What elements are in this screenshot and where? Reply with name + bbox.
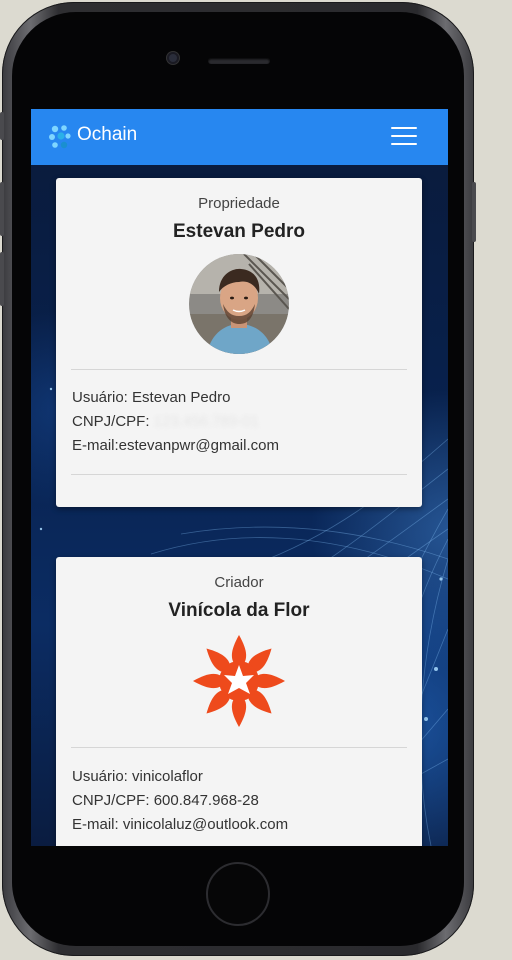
mute-switch xyxy=(0,112,4,140)
user-info: Usuário: Estevan Pedro xyxy=(72,389,230,406)
document-info: CNPJ/CPF: 600.847.968-28 xyxy=(72,792,259,809)
hamburger-menu-icon[interactable] xyxy=(391,127,417,147)
user-label: Usuário: xyxy=(72,389,128,406)
creator-card: Criador Vinícola da Flor Usuário: vinico… xyxy=(56,557,422,846)
card-divider xyxy=(71,474,407,475)
owner-card: Propriedade Estevan Pedro Usuário: Estev… xyxy=(56,178,422,507)
profile-photo xyxy=(189,254,289,354)
document-info: CNPJ/CPF: 123.456.789-01 xyxy=(72,413,259,430)
document-label: CNPJ/CPF: xyxy=(72,413,150,430)
flower-logo-icon xyxy=(193,635,285,727)
card-role-label: Criador xyxy=(214,574,264,591)
user-value: vinicolaflor xyxy=(132,768,203,785)
document-label: CNPJ/CPF: xyxy=(72,792,150,809)
card-name: Vinícola da Flor xyxy=(168,600,310,621)
email-label: E-mail: xyxy=(72,816,119,833)
card-divider xyxy=(71,747,407,748)
document-value-redacted: 123.456.789-01 xyxy=(149,413,259,430)
power-button xyxy=(472,182,476,242)
card-divider xyxy=(71,369,407,370)
card-name: Estevan Pedro xyxy=(173,221,305,242)
volume-up-button xyxy=(0,182,4,236)
app-title: Ochain xyxy=(77,124,138,145)
ochain-logo-icon[interactable] xyxy=(47,123,73,151)
app-bar: Ochain xyxy=(31,109,448,165)
earpiece-speaker xyxy=(208,58,270,64)
email-value[interactable]: vinicolaluz@outlook.com xyxy=(123,816,288,833)
app-screen: Ochain Propriedade Estevan Pedro Usuário… xyxy=(31,109,448,846)
document-value: 600.847.968-28 xyxy=(153,792,259,809)
card-role-label: Propriedade xyxy=(198,195,280,212)
user-value: Estevan Pedro xyxy=(132,389,231,406)
home-button[interactable] xyxy=(206,862,270,926)
user-label: Usuário: xyxy=(72,768,128,785)
front-camera xyxy=(167,52,179,64)
email-label: E-mail: xyxy=(72,437,119,454)
email-value[interactable]: estevanpwr@gmail.com xyxy=(119,437,279,454)
user-info: Usuário: vinicolaflor xyxy=(72,768,203,785)
email-info: E-mail: vinicolaluz@outlook.com xyxy=(72,816,288,833)
volume-down-button xyxy=(0,252,4,306)
email-info: E-mail:estevanpwr@gmail.com xyxy=(72,437,279,454)
